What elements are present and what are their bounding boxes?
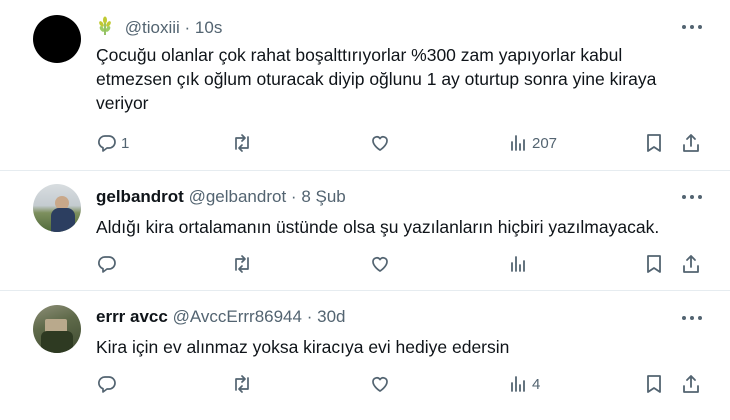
share-icon bbox=[683, 375, 699, 393]
tweet-actions: 4 bbox=[0, 371, 730, 397]
share-icon bbox=[683, 255, 699, 273]
heart-icon bbox=[372, 257, 388, 272]
tweet-1[interactable]: @tioxiii · 10s Çocuğu olanlar çok rahat … bbox=[0, 0, 730, 170]
bookmark-button[interactable] bbox=[645, 371, 663, 397]
tweet-3[interactable]: errr avcc @AvccErrr86944 · 30d Kira için… bbox=[0, 291, 730, 420]
reply-button[interactable]: 1 bbox=[97, 130, 129, 156]
bookmark-button[interactable] bbox=[645, 251, 663, 277]
bookmark-button[interactable] bbox=[645, 130, 663, 156]
wheat-icon bbox=[96, 16, 114, 41]
repost-icon bbox=[235, 255, 249, 273]
user-handle[interactable]: @AvccErrr86944 bbox=[173, 307, 302, 326]
timestamp[interactable]: 30d bbox=[317, 307, 345, 326]
display-name[interactable]: errr avcc bbox=[96, 307, 168, 326]
bookmark-icon bbox=[647, 375, 661, 393]
tweet-header: gelbandrot @gelbandrot · 8 Şub bbox=[96, 187, 346, 207]
reply-icon bbox=[98, 135, 116, 152]
tweet-actions: 1 207 bbox=[0, 130, 730, 156]
like-button[interactable] bbox=[370, 371, 390, 397]
share-button[interactable] bbox=[681, 130, 701, 156]
repost-button[interactable] bbox=[231, 371, 253, 397]
tweet-text: Çocuğu olanlar çok rahat boşalttırıyorla… bbox=[96, 45, 657, 113]
heart-icon bbox=[372, 136, 388, 151]
separator-dot: · bbox=[184, 18, 191, 37]
avatar[interactable] bbox=[33, 184, 81, 232]
bookmark-icon bbox=[647, 134, 661, 152]
like-button[interactable] bbox=[370, 251, 390, 277]
analytics-icon bbox=[511, 135, 525, 151]
views-count: 4 bbox=[532, 375, 541, 393]
views-button[interactable]: 207 bbox=[508, 130, 557, 156]
bookmark-icon bbox=[647, 255, 661, 273]
tweet-header: @tioxiii · 10s bbox=[96, 16, 222, 41]
repost-button[interactable] bbox=[231, 251, 253, 277]
more-options-icon[interactable] bbox=[682, 192, 704, 202]
analytics-icon bbox=[511, 376, 525, 392]
share-icon bbox=[683, 134, 699, 152]
reply-button[interactable] bbox=[97, 371, 121, 397]
more-options-icon[interactable] bbox=[682, 313, 704, 323]
display-name[interactable]: gelbandrot bbox=[96, 187, 184, 206]
reply-icon bbox=[98, 376, 116, 393]
views-button[interactable]: 4 bbox=[508, 371, 540, 397]
like-button[interactable] bbox=[370, 130, 390, 156]
views-count: 207 bbox=[532, 134, 558, 152]
tweet-2[interactable]: gelbandrot @gelbandrot · 8 Şub Aldığı ki… bbox=[0, 171, 730, 290]
reply-button[interactable] bbox=[97, 251, 121, 277]
avatar[interactable] bbox=[33, 15, 81, 63]
share-button[interactable] bbox=[681, 251, 701, 277]
tweet-header: errr avcc @AvccErrr86944 · 30d bbox=[96, 307, 345, 327]
user-handle[interactable]: @gelbandrot bbox=[189, 187, 287, 206]
tweet-text: Kira için ev alınmaz yoksa kiracıya evi … bbox=[96, 337, 510, 357]
repost-button[interactable] bbox=[231, 130, 253, 156]
heart-icon bbox=[372, 377, 388, 392]
views-button[interactable] bbox=[508, 251, 532, 277]
reply-count: 1 bbox=[121, 134, 130, 152]
analytics-icon bbox=[511, 256, 525, 272]
separator-dot: · bbox=[306, 307, 313, 326]
repost-icon bbox=[235, 375, 249, 393]
reply-icon bbox=[98, 256, 116, 273]
user-handle[interactable]: @tioxiii bbox=[125, 18, 180, 37]
timestamp[interactable]: 10s bbox=[195, 18, 222, 37]
tweet-actions bbox=[0, 251, 730, 277]
tweet-text: Aldığı kira ortalamanın üstünde olsa şu … bbox=[96, 217, 660, 237]
more-options-icon[interactable] bbox=[682, 22, 704, 32]
timestamp[interactable]: 8 Şub bbox=[301, 187, 345, 206]
share-button[interactable] bbox=[681, 371, 701, 397]
repost-icon bbox=[235, 134, 249, 152]
avatar[interactable] bbox=[33, 305, 81, 353]
separator-dot: · bbox=[290, 187, 297, 206]
